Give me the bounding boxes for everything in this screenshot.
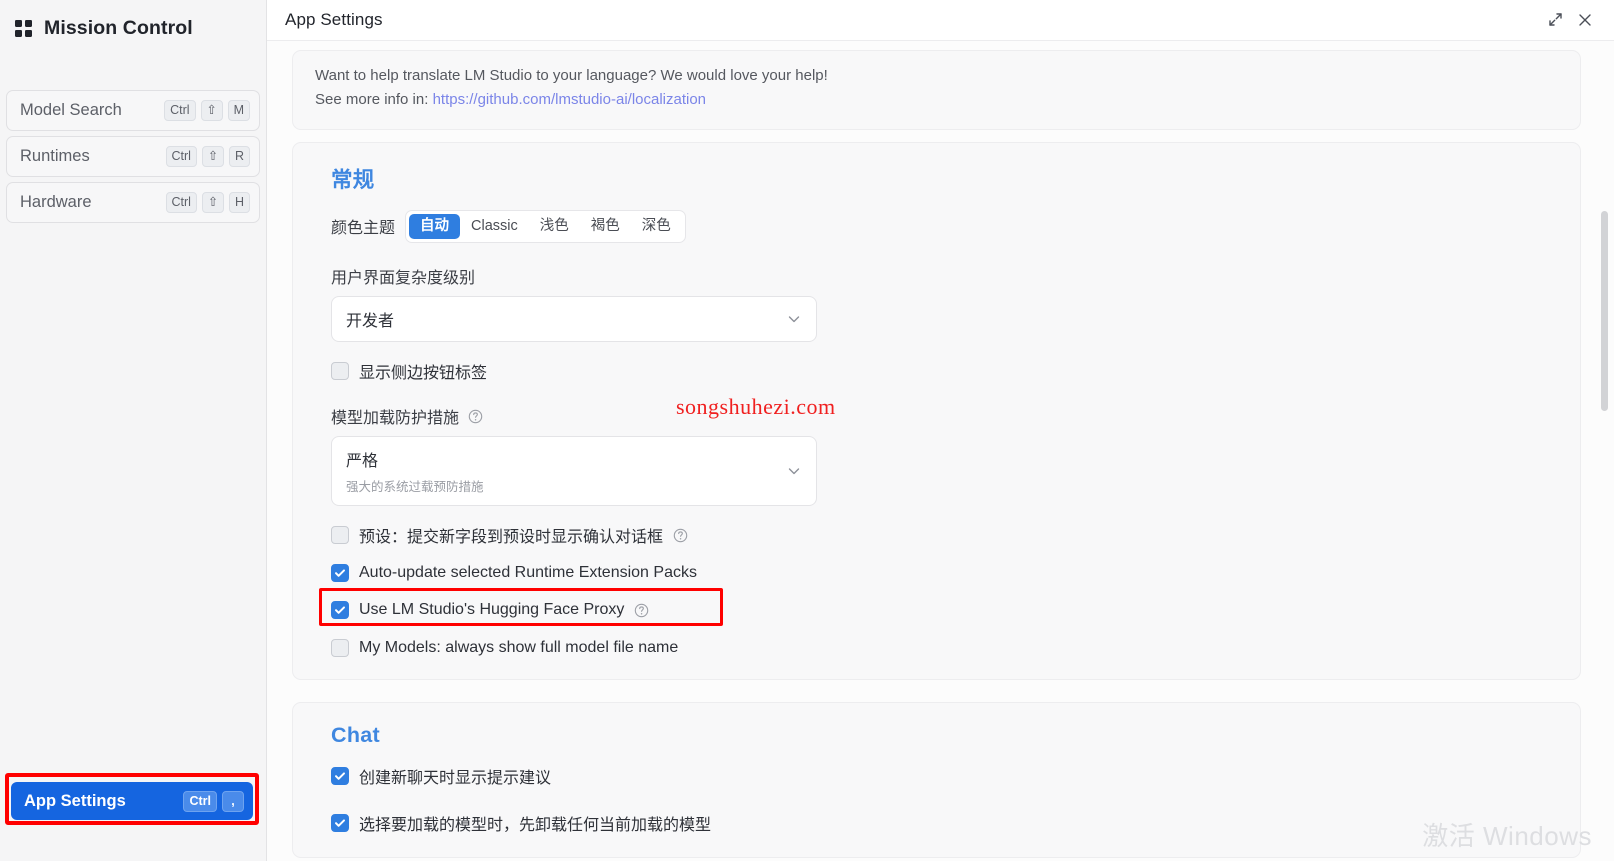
complexity-value: 开发者 (346, 313, 395, 331)
show-sidebar-labels-label: 显示侧边按钮标签 (359, 365, 488, 383)
grid-icon (14, 19, 33, 38)
guardrails-value: 严格 (346, 453, 379, 471)
complexity-value-wrap: 开发者 (346, 307, 786, 331)
key-ctrl: Ctrl (165, 192, 197, 213)
chat-unload-current-model-row[interactable]: 选择要加载的模型时，先卸载任何当前加载的模型 (331, 811, 1558, 835)
shortcut-keys: Ctrl ⇧ H (165, 192, 250, 213)
key-ctrl: Ctrl (165, 146, 197, 167)
shortcut-keys: Ctrl , (183, 790, 244, 812)
guardrails-select[interactable]: 严格 强大的系统过载预防措施 (331, 436, 817, 507)
chat-unload-current-model-checkbox[interactable] (331, 814, 349, 833)
key-letter: H (228, 192, 250, 213)
chat-prompt-suggestions-row[interactable]: 创建新聊天时显示提示建议 (331, 764, 1558, 788)
mission-control-title: Mission Control (44, 17, 193, 39)
shortcut-keys: Ctrl ⇧ M (164, 100, 250, 121)
preset-confirm-row[interactable]: 预设：提交新字段到预设时显示确认对话框 (331, 523, 1558, 547)
auto-update-runtime-row[interactable]: Auto-update selected Runtime Extension P… (331, 564, 1558, 583)
general-section-title: 常规 (331, 167, 375, 192)
key-ctrl: Ctrl (164, 100, 196, 121)
localization-link[interactable]: https://github.com/lmstudio-ai/localizat… (433, 91, 706, 108)
guardrails-value-wrap: 严格 强大的系统过载预防措施 (346, 447, 786, 495)
sidebar-item-label: Hardware (20, 193, 92, 211)
chat-section-card: Chat 创建新聊天时显示提示建议 选择要加载的模型时，先卸载任何当前加载的模型 (292, 702, 1581, 859)
help-icon[interactable] (673, 528, 688, 543)
hf-proxy-checkbox[interactable] (331, 601, 349, 620)
key-letter: R (228, 146, 250, 167)
scrollbar-thumb[interactable] (1601, 211, 1608, 411)
page-title: App Settings (285, 9, 383, 29)
theme-option-dark[interactable]: 深色 (631, 214, 682, 240)
key-shift: ⇧ (200, 100, 223, 121)
full-model-filename-row[interactable]: My Models: always show full model file n… (331, 639, 1558, 658)
auto-update-runtime-label: Auto-update selected Runtime Extension P… (359, 564, 697, 582)
sidebar-item-label: Runtimes (20, 147, 90, 165)
chevron-down-icon (786, 311, 802, 327)
banner-line-2: See more info in: https://github.com/lms… (315, 88, 1558, 112)
theme-option-light[interactable]: 浅色 (529, 214, 580, 240)
theme-row: 颜色主题 自动 Classic 浅色 褐色 深色 (331, 209, 1558, 244)
auto-update-runtime-checkbox[interactable] (331, 564, 349, 583)
full-model-filename-checkbox[interactable] (331, 639, 349, 658)
sidebar-item-hardware[interactable]: Hardware Ctrl ⇧ H (6, 182, 260, 223)
chat-prompt-suggestions-checkbox[interactable] (331, 767, 349, 786)
theme-option-auto[interactable]: 自动 (409, 213, 461, 240)
key-shift: ⇧ (201, 146, 224, 167)
theme-option-classic[interactable]: Classic (460, 214, 529, 240)
window-titlebar: App Settings (267, 0, 1614, 40)
hf-proxy-row[interactable]: Use LM Studio's Hugging Face Proxy (319, 588, 1558, 627)
help-icon[interactable] (634, 603, 649, 618)
settings-scroll-area[interactable]: Want to help translate LM Studio to your… (267, 40, 1614, 861)
hf-proxy-label: Use LM Studio's Hugging Face Proxy (359, 601, 625, 619)
help-icon[interactable] (468, 409, 483, 424)
sidebar-item-label: App Settings (24, 791, 126, 810)
guardrails-label-row: 模型加载防护措施 (331, 404, 1558, 428)
theme-segmented-control: 自动 Classic 浅色 褐色 深色 (405, 209, 686, 244)
sidebar-item-app-settings[interactable]: App Settings Ctrl , (11, 782, 253, 820)
key-letter: M (227, 100, 250, 121)
chat-prompt-suggestions-label: 创建新聊天时显示提示建议 (359, 770, 552, 788)
complexity-select[interactable]: 开发者 (331, 296, 817, 343)
key-shift: ⇧ (201, 192, 224, 213)
scrollbar-track[interactable] (1601, 82, 1608, 861)
main-pane: App Settings Want to help translate LM S… (267, 0, 1614, 861)
expand-icon[interactable] (1540, 5, 1570, 35)
key-ctrl: Ctrl (183, 790, 217, 812)
key-comma: , (222, 790, 244, 812)
shortcut-keys: Ctrl ⇧ R (165, 146, 250, 167)
guardrails-label: 模型加载防护措施 (331, 410, 460, 428)
preset-confirm-label: 预设：提交新字段到预设时显示确认对话框 (359, 529, 664, 547)
general-section-card: 常规 颜色主题 自动 Classic 浅色 褐色 深色 用户界面复杂度级别 开发… (292, 141, 1581, 681)
translate-banner-card: Want to help translate LM Studio to your… (292, 50, 1581, 130)
sidebar-nav: Model Search Ctrl ⇧ M Runtimes Ctrl ⇧ R … (0, 90, 266, 223)
chat-unload-current-model-label: 选择要加载的模型时，先卸载任何当前加载的模型 (359, 817, 712, 835)
show-sidebar-labels-row[interactable]: 显示侧边按钮标签 (331, 359, 1558, 383)
guardrails-description: 强大的系统过载预防措施 (346, 480, 484, 495)
close-icon[interactable] (1570, 5, 1600, 35)
full-model-filename-label: My Models: always show full model file n… (359, 639, 679, 657)
banner-line-1: Want to help translate LM Studio to your… (315, 67, 828, 84)
chat-section-title: Chat (331, 723, 380, 748)
mission-control-header: Mission Control (0, 0, 266, 44)
theme-option-sepia[interactable]: 褐色 (580, 214, 631, 240)
theme-label: 颜色主题 (331, 220, 396, 238)
show-sidebar-labels-checkbox[interactable] (331, 362, 349, 381)
chevron-down-icon (786, 463, 802, 479)
sidebar-item-runtimes[interactable]: Runtimes Ctrl ⇧ R (6, 136, 260, 177)
complexity-label: 用户界面复杂度级别 (331, 270, 476, 288)
banner-line-2-prefix: See more info in: (315, 91, 433, 109)
app-window: Mission Control Model Search Ctrl ⇧ M Ru… (0, 0, 1614, 861)
app-settings-annotation-box: App Settings Ctrl , (5, 773, 259, 825)
sidebar-item-model-search[interactable]: Model Search Ctrl ⇧ M (6, 90, 260, 131)
sidebar-item-label: Model Search (20, 101, 122, 119)
sidebar: Mission Control Model Search Ctrl ⇧ M Ru… (0, 0, 267, 861)
preset-confirm-checkbox[interactable] (331, 526, 349, 545)
